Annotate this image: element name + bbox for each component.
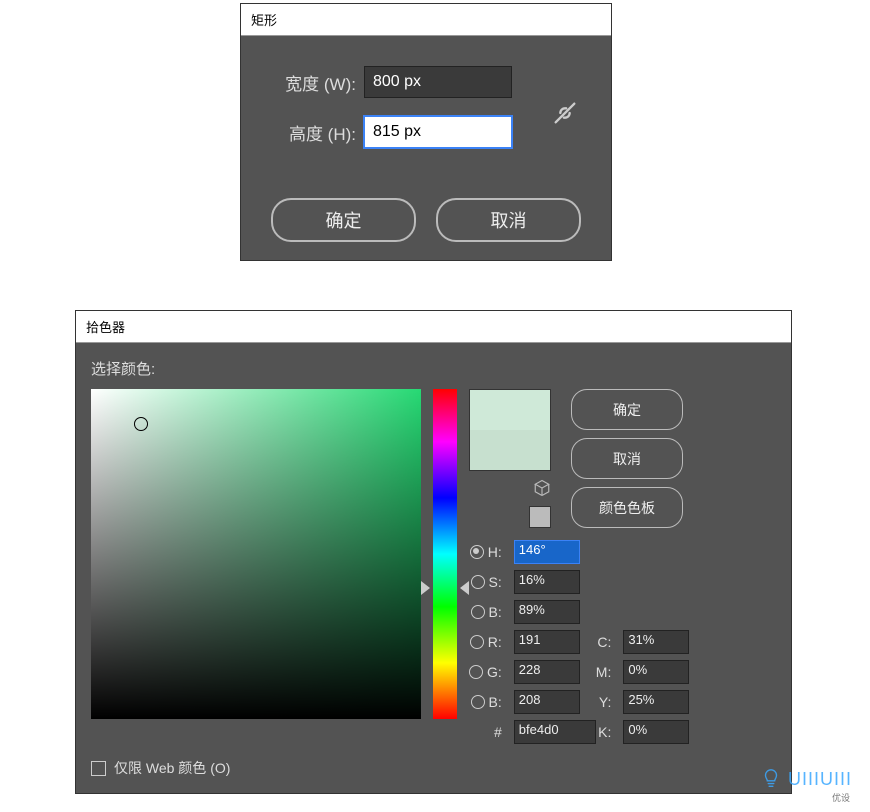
b-label[interactable]: B: [469,604,502,620]
bp-label[interactable]: B: [469,694,502,710]
c-label: C: [596,634,612,650]
height-label: 高度 (H): [261,120,356,145]
g-radio[interactable] [469,665,483,679]
width-row: 宽度 (W): 800 px [261,66,591,98]
hue-arrow-left-icon [421,581,430,595]
picker-cancel-button[interactable]: 取消 [571,438,683,479]
s-radio[interactable] [471,575,485,589]
c-input[interactable]: 31% [623,630,689,654]
width-input[interactable]: 800 px [364,66,512,98]
width-label: 宽度 (W): [261,70,356,95]
cancel-button[interactable]: 取消 [436,198,581,242]
h-input[interactable]: 146° [514,540,580,564]
web-only-label: 仅限 Web 颜色 (O) [114,758,230,778]
r-label[interactable]: R: [469,634,502,650]
color-swatches-button[interactable]: 颜色色板 [571,487,683,528]
picker-ok-button[interactable]: 确定 [571,389,683,430]
rectangle-dialog-body: 宽度 (W): 800 px 高度 (H): 815 px [241,36,611,186]
hue-arrow-right-icon [460,581,469,595]
hex-input[interactable]: bfe4d0 [514,720,596,744]
color-picker-body: 选择颜色: [76,343,791,793]
y-input[interactable]: 25% [623,690,689,714]
b-input[interactable]: 89% [514,600,580,624]
color-picker-dialog: 拾色器 选择颜色: [75,310,792,794]
color-swatch [469,389,551,471]
web-only-checkbox[interactable] [91,761,106,776]
m-input[interactable]: 0% [623,660,689,684]
rectangle-button-row: 确定 取消 [241,186,611,260]
out-of-gamut-swatch[interactable] [529,506,551,528]
watermark: UIIIUIII [760,768,852,790]
bp-input[interactable]: 208 [514,690,580,714]
s-label[interactable]: S: [469,574,502,590]
s-input[interactable]: 16% [514,570,580,594]
height-input[interactable]: 815 px [364,116,512,148]
picker-button-column: 确定 取消 颜色色板 [571,389,683,528]
old-color-swatch[interactable] [470,430,550,470]
color-cursor-icon [134,417,148,431]
watermark-sub: 优设 [832,791,850,804]
rectangle-dialog: 矩形 宽度 (W): 800 px 高度 (H): 815 px 确定 取消 [240,3,612,261]
web-only-row[interactable]: 仅限 Web 颜色 (O) [91,758,230,778]
lightbulb-icon [760,768,782,790]
height-row: 高度 (H): 815 px [261,116,591,148]
right-column: 确定 取消 颜色色板 [469,389,683,528]
bp-radio[interactable] [471,695,485,709]
g-label[interactable]: G: [469,664,502,680]
h-label[interactable]: H: [469,544,502,560]
ok-button[interactable]: 确定 [271,198,416,242]
picker-main: 确定 取消 颜色色板 H: 146° S: 16% B: 89% R: [91,389,683,744]
color-picker-title: 拾色器 [76,311,791,343]
g-input[interactable]: 228 [514,660,580,684]
r-input[interactable]: 191 [514,630,580,654]
h-radio[interactable] [470,545,484,559]
r-radio[interactable] [470,635,484,649]
link-constrain-icon[interactable] [551,99,581,129]
swatch-column [469,389,551,528]
hue-strip[interactable] [433,389,457,719]
watermark-brand: UIIIUIII [788,769,852,790]
hex-label: # [469,724,502,740]
value-grid: H: 146° S: 16% B: 89% R: 191 C: 31% G: 2… [469,540,683,744]
new-color-swatch [470,390,550,430]
y-label: Y: [596,694,612,710]
k-label: K: [596,724,612,740]
m-label: M: [596,664,612,680]
cube-icon[interactable] [533,479,551,500]
select-color-label: 选择颜色: [91,358,776,379]
b-radio[interactable] [471,605,485,619]
k-input[interactable]: 0% [623,720,689,744]
rectangle-dialog-title: 矩形 [241,4,611,36]
color-square[interactable] [91,389,421,719]
